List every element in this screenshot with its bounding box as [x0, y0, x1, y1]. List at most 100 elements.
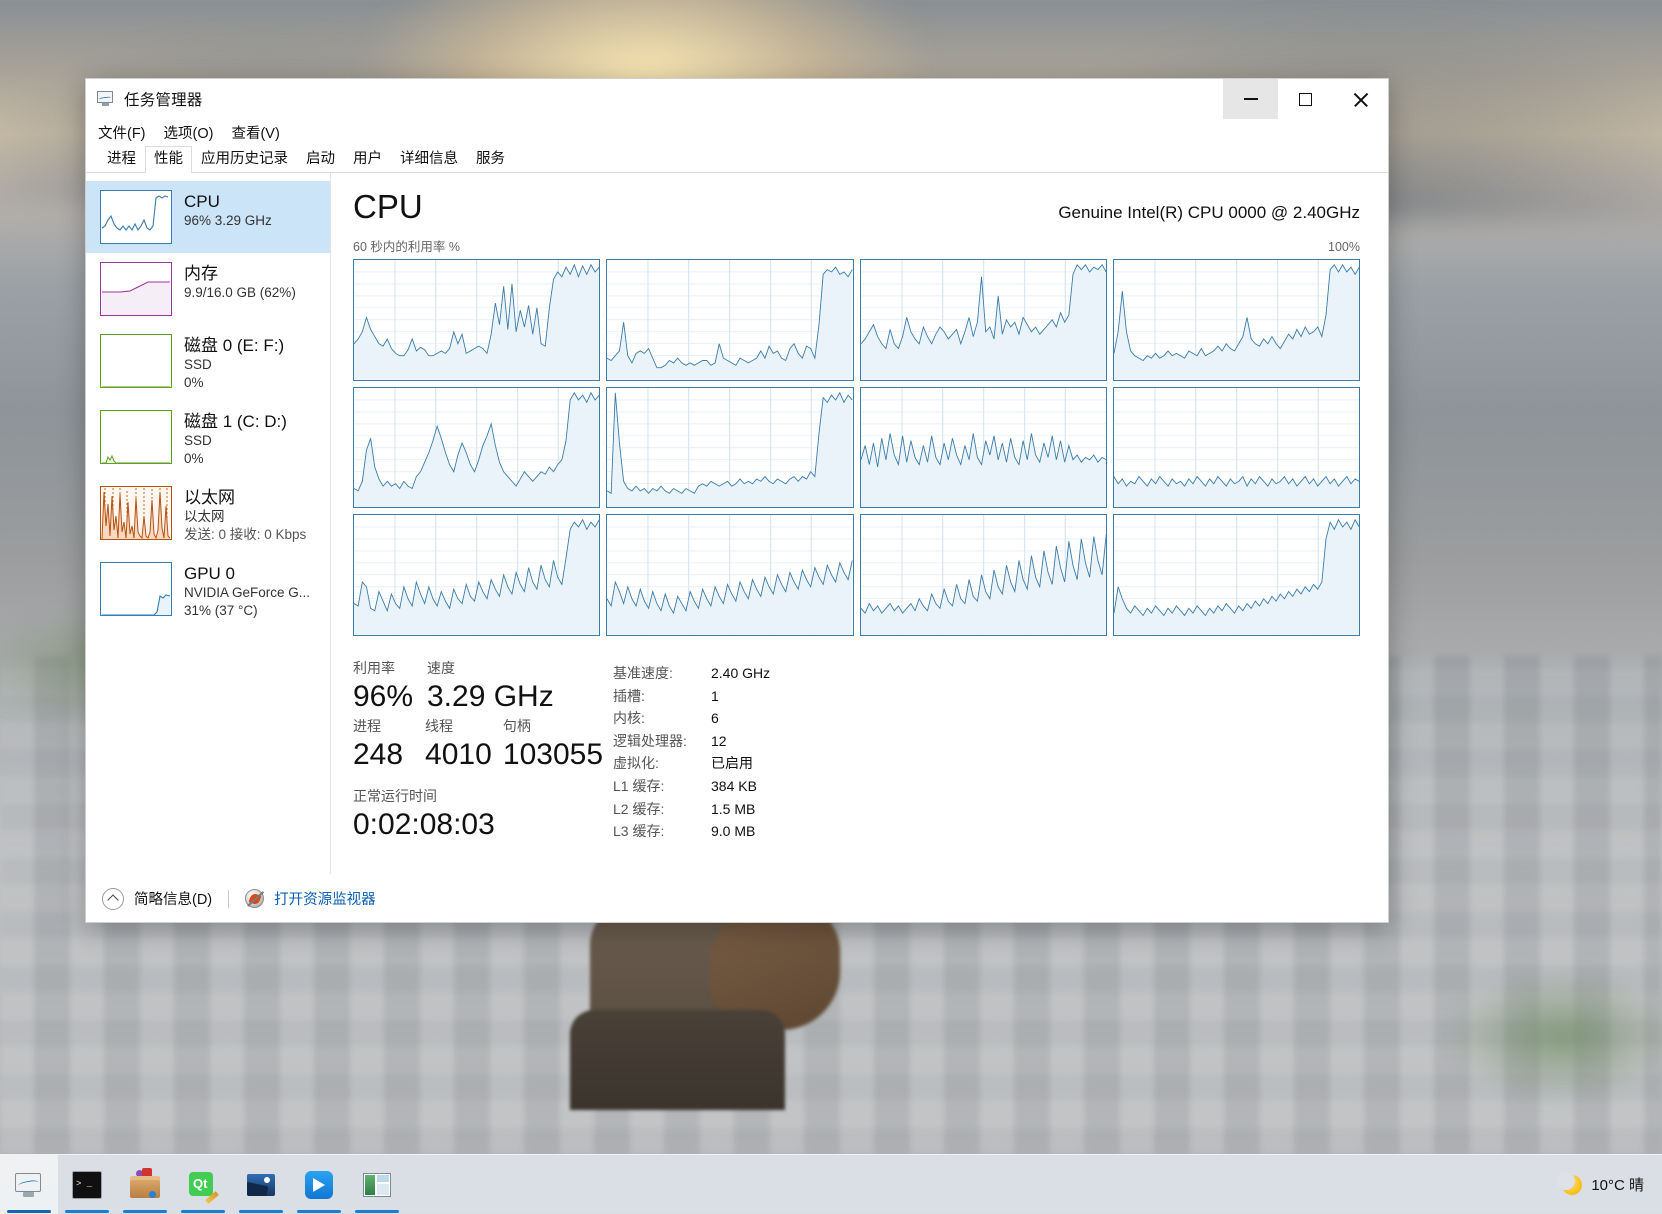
sidebar-memory-text: 内存 9.9/16.0 GB (62%) — [184, 262, 296, 302]
taskbar-item-blue-app[interactable] — [290, 1155, 348, 1214]
sidebar-gpu0-text: GPU 0 NVIDIA GeForce G... 31% (37 °C) — [184, 562, 310, 620]
performance-sidebar: CPU 96% 3.29 GHz 内存 9.9/16.0 GB (62%) 磁盘… — [86, 173, 331, 874]
tab-strip: 进程 性能 应用历史记录 启动 用户 详细信息 服务 — [86, 146, 1388, 174]
stats-row-1: 利用率 96% 速度 3.29 GHz — [353, 658, 603, 716]
cpu-core-graph-2 — [859, 259, 1107, 381]
taskbar-item-package-manager[interactable] — [116, 1155, 174, 1214]
detail-row: 虚拟化: 已启用 — [613, 752, 770, 775]
main-header: CPU Genuine Intel(R) CPU 0000 @ 2.40GHz — [353, 187, 1360, 227]
taskbar-item-terminal[interactable] — [58, 1155, 116, 1214]
stat-uptime: 正常运行时间 0:02:08:03 — [353, 786, 603, 844]
menu-bar: 文件(F) 选项(O) 查看(V) — [86, 119, 1388, 146]
sidebar-cpu-text: CPU 96% 3.29 GHz — [184, 190, 272, 230]
window-body: CPU 96% 3.29 GHz 内存 9.9/16.0 GB (62%) 磁盘… — [86, 173, 1388, 874]
taskbar-item-window-app[interactable] — [348, 1155, 406, 1214]
taskbar-running-indicator — [355, 1209, 399, 1213]
sidebar-disk0-sub2: 0% — [184, 375, 204, 390]
cpu-core-graph-7 — [1112, 386, 1360, 509]
sidebar-ethernet-text: 以太网 以太网 发送: 0 接收: 0 Kbps — [184, 486, 306, 544]
stats-row-2: 进程 248 线程 4010 句柄 103055 — [353, 716, 603, 774]
taskbar-running-indicator — [297, 1209, 341, 1213]
title-bar[interactable]: 任务管理器 — [86, 79, 1388, 119]
memory-thumbnail-graph — [100, 262, 172, 316]
detail-row: 基准速度: 2.40 GHz — [613, 662, 770, 685]
threads-label: 线程 — [425, 718, 454, 734]
tab-services[interactable]: 服务 — [467, 146, 514, 173]
tab-processes[interactable]: 进程 — [98, 146, 145, 173]
sidebar-cpu-sub: 96% 3.29 GHz — [184, 213, 272, 228]
detail-value: 384 KB — [711, 777, 757, 794]
cpu-details-list: 基准速度: 2.40 GHz 插槽: 1 内核: 6 逻辑处理器: 12 虚拟化: 已启用 L1 缓… — [613, 658, 770, 844]
task-manager-icon — [97, 91, 115, 107]
graph-caption: 60 秒内的利用率 % — [353, 240, 460, 254]
close-icon — [1353, 92, 1368, 107]
package-box-icon — [129, 1167, 161, 1201]
graph-max-label: 100% — [1328, 240, 1360, 254]
cpu-core-graph-11 — [1112, 514, 1360, 636]
detail-value: 已启用 — [711, 755, 753, 772]
taskbar-running-indicator — [123, 1209, 167, 1213]
cpu-core-graph-0 — [353, 259, 601, 381]
cpu-core-graph-6 — [859, 386, 1107, 509]
stats-area: 利用率 96% 速度 3.29 GHz 进程 248 线程 4010 句柄 10… — [353, 658, 1360, 844]
disk0-thumbnail-graph — [100, 334, 172, 388]
tab-startup[interactable]: 启动 — [297, 146, 344, 173]
performance-main-panel: CPU Genuine Intel(R) CPU 0000 @ 2.40GHz … — [331, 173, 1388, 874]
processes-value: 248 — [353, 738, 404, 771]
tab-users[interactable]: 用户 — [344, 146, 391, 173]
sidebar-item-gpu0[interactable]: GPU 0 NVIDIA GeForce G... 31% (37 °C) — [86, 553, 330, 629]
menu-file[interactable]: 文件(F) — [98, 122, 146, 143]
detail-value: 1 — [711, 687, 719, 704]
sidebar-gpu0-sub1: NVIDIA GeForce G... — [184, 585, 311, 600]
detail-row: L3 缓存: 9.0 MB — [613, 820, 770, 843]
tab-details[interactable]: 详细信息 — [391, 146, 467, 173]
minimize-button[interactable] — [1223, 79, 1278, 119]
minimize-icon — [1243, 98, 1258, 100]
detail-key: L2 缓存: — [613, 800, 665, 817]
detail-value: 6 — [711, 710, 719, 727]
gpu0-thumbnail-graph — [100, 562, 172, 616]
stat-handles: 句柄 103055 — [503, 716, 603, 774]
fewer-details-link[interactable]: 简略信息(D) — [134, 888, 212, 909]
sidebar-ethernet-sub2: 发送: 0 接收: 0 Kbps — [184, 527, 307, 542]
qt-creator-icon — [187, 1169, 219, 1204]
sidebar-item-disk0[interactable]: 磁盘 0 (E: F:) SSD 0% — [86, 325, 330, 401]
uptime-label: 正常运行时间 — [353, 788, 437, 804]
detail-key: 基准速度: — [613, 665, 673, 681]
sidebar-disk0-title: 磁盘 0 (E: F:) — [184, 336, 285, 355]
maximize-button[interactable] — [1278, 79, 1333, 119]
detail-row: 插槽: 1 — [613, 685, 770, 708]
close-button[interactable] — [1333, 79, 1388, 119]
menu-options[interactable]: 选项(O) — [164, 122, 214, 143]
sidebar-item-cpu[interactable]: CPU 96% 3.29 GHz — [86, 181, 330, 253]
taskbar-item-photos[interactable] — [232, 1155, 290, 1214]
taskbar-item-taskmanager[interactable] — [0, 1154, 58, 1214]
sidebar-disk1-sub2: 0% — [184, 451, 204, 466]
window-controls — [1223, 79, 1388, 119]
stat-speed: 速度 3.29 GHz — [427, 658, 554, 716]
tab-app-history[interactable]: 应用历史记录 — [192, 146, 297, 173]
detail-value: 9.0 MB — [711, 823, 756, 840]
windows-taskbar: 10°C 晴 — [0, 1154, 1662, 1214]
taskbar-item-qt-creator[interactable] — [174, 1155, 232, 1214]
window-app-icon — [361, 1169, 393, 1201]
cpu-core-graph-1 — [606, 259, 854, 381]
tab-performance[interactable]: 性能 — [145, 146, 192, 174]
system-tray: 10°C 晴 — [1557, 1171, 1662, 1196]
sidebar-item-disk1[interactable]: 磁盘 1 (C: D:) SSD 0% — [86, 401, 330, 477]
taskbar-running-indicator — [181, 1209, 225, 1213]
sidebar-disk0-text: 磁盘 0 (E: F:) SSD 0% — [184, 334, 284, 392]
detail-value: 12 — [711, 732, 727, 749]
menu-view[interactable]: 查看(V) — [231, 122, 279, 143]
sidebar-item-memory[interactable]: 内存 9.9/16.0 GB (62%) — [86, 253, 330, 325]
graph-caption-row: 60 秒内的利用率 % 100% — [353, 236, 1360, 255]
sidebar-cpu-title: CPU — [184, 192, 220, 211]
photos-icon — [245, 1169, 277, 1201]
logical-processor-grid[interactable] — [353, 259, 1360, 636]
detail-row: 逻辑处理器: 12 — [613, 730, 770, 753]
open-resource-monitor-link[interactable]: 打开资源监视器 — [274, 888, 376, 909]
window-title: 任务管理器 — [124, 92, 203, 109]
cpu-core-graph-9 — [606, 514, 854, 636]
sidebar-item-ethernet[interactable]: 以太网 以太网 发送: 0 接收: 0 Kbps — [86, 477, 330, 553]
collapse-chevron-icon[interactable] — [102, 887, 124, 910]
